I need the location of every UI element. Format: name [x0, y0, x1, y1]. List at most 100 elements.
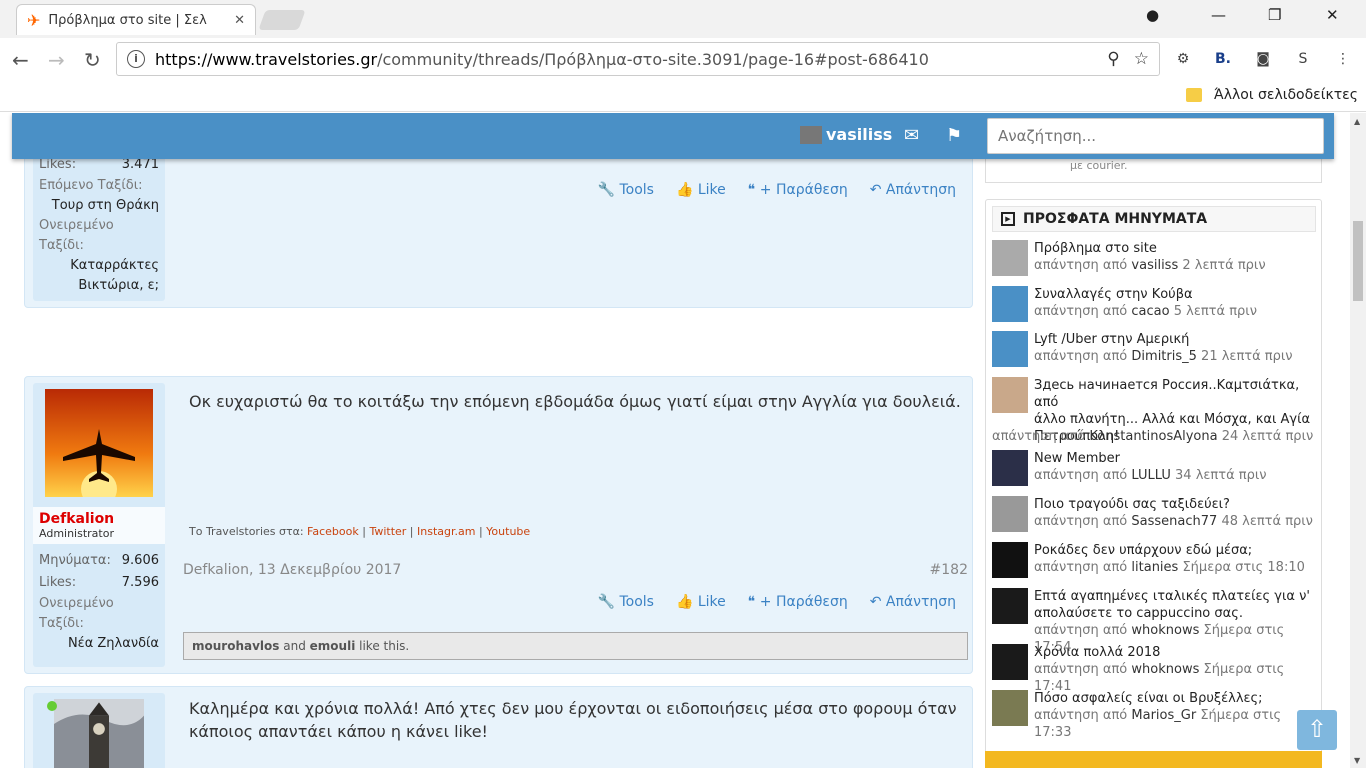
- promo-banner[interactable]: [985, 751, 1322, 768]
- silhouette-thumb: [992, 644, 1028, 680]
- tools-button[interactable]: 🔧 Tools: [598, 182, 654, 198]
- browser-tab[interactable]: ✈ Πρόβλημα στο site | Σελ ✕: [16, 4, 256, 35]
- default-avatar-thumb: [992, 286, 1028, 322]
- browser-toolbar: ← → ↻ i https://www.travelstories.gr /co…: [0, 38, 1366, 82]
- post-number[interactable]: #182: [930, 562, 968, 578]
- close-window-icon[interactable]: ✕: [1326, 6, 1339, 24]
- user-title: Administrator: [39, 527, 114, 540]
- header-username: vasiliss: [826, 125, 893, 144]
- scrollbar-thumb[interactable]: [1353, 221, 1363, 301]
- url-path: /community/threads/Πρόβλημα-στο-site.309…: [377, 49, 929, 69]
- close-tab-icon[interactable]: ✕: [234, 13, 245, 28]
- post-182-user-col: Defkalion Administrator Μηνύματα: 9.606 L…: [33, 383, 165, 667]
- extension-camera-icon[interactable]: ◙: [1252, 48, 1274, 70]
- play-icon: ▶: [1001, 212, 1015, 226]
- profile-icon[interactable]: ●: [1146, 6, 1159, 24]
- reply-button[interactable]: ↶ Απάντηση: [870, 182, 956, 198]
- plane-favicon-icon: ✈: [27, 10, 41, 30]
- couple-thumb: [992, 377, 1028, 413]
- header-avatar: [800, 125, 822, 144]
- recent-posts-title: ▶ ΠΡΟΣΦΑΤΑ ΜΗΝΥΜΑΤΑ: [992, 206, 1316, 232]
- recent-posts-block: ▶ ΠΡΟΣΦΑΤΑ ΜΗΝΥΜΑΤΑ Πρόβλημα στο site απ…: [985, 199, 1322, 759]
- post-date[interactable]: Defkalion, 13 Δεκεμβρίου 2017: [183, 562, 401, 578]
- big-ben-avatar[interactable]: [45, 699, 153, 768]
- bookmark-star-icon[interactable]: ☆: [1134, 49, 1149, 69]
- page-content: vasiliss ✉ ⚑ Likes:3.471 Επόμενο Ταξίδι:…: [0, 113, 1350, 768]
- tab-title: Πρόβλημα στο site | Σελ: [48, 12, 207, 28]
- extension-film-icon[interactable]: ⚙: [1172, 48, 1194, 70]
- field-thumb: [992, 690, 1028, 726]
- liker-1[interactable]: mourohavlos: [192, 639, 279, 653]
- scroll-down-icon[interactable]: ▼: [1354, 756, 1360, 765]
- post-183: Καλημέρα και χρόνια πολλά! Από χτες δεν …: [24, 686, 973, 768]
- dream-trip-label-2: Ταξίδι:: [39, 238, 84, 253]
- dream-trip-label: Ονειρεμένο: [39, 596, 114, 611]
- url-host: https://www.travelstories.gr: [155, 49, 378, 69]
- post-author-name[interactable]: Defkalion: [39, 511, 159, 527]
- online-indicator: [47, 701, 57, 711]
- quote-button[interactable]: ❝ + Παράθεση: [748, 182, 848, 198]
- post-signature: Το Travelstories στα: Facebook | Twitter…: [189, 525, 531, 538]
- browser-titlebar: ✈ Πρόβλημα στο site | Σελ ✕ ● — ❐ ✕: [0, 0, 1366, 38]
- sidebar-promo-snippet: με courier.: [985, 159, 1322, 183]
- instagram-link[interactable]: Instagr.am: [417, 525, 475, 538]
- scroll-top-button[interactable]: ⇧: [1297, 710, 1337, 750]
- dream-trip-value: Νέα Ζηλανδία: [67, 636, 159, 651]
- minimize-icon[interactable]: —: [1211, 6, 1226, 24]
- twitter-link[interactable]: Twitter: [369, 525, 406, 538]
- post-182-actions: 🔧 Tools 👍 Like ❝ + Παράθεση ↶ Απάντηση: [598, 594, 956, 610]
- messages-stat: Μηνύματα: 9.606: [39, 553, 159, 568]
- plane-sunset-avatar[interactable]: [45, 389, 153, 507]
- flag-icon[interactable]: ⚑: [946, 125, 962, 146]
- reply-button[interactable]: ↶ Απάντηση: [870, 594, 956, 610]
- dream-trip-value: Καταρράκτες: [70, 258, 159, 273]
- extension-booking-icon[interactable]: B.: [1212, 48, 1234, 70]
- extension-skype-icon[interactable]: S: [1292, 48, 1314, 70]
- maximize-icon[interactable]: ❐: [1268, 6, 1281, 24]
- new-tab-button[interactable]: [258, 10, 306, 30]
- dream-trip-label: Ονειρεμένο: [39, 218, 114, 233]
- post-181-actions: 🔧 Tools 👍 Like ❝ + Παράθεση ↶ Απάντηση: [598, 182, 956, 198]
- other-bookmarks-label: Άλλοι σελιδοδείκτες: [1214, 87, 1358, 103]
- youtube-link[interactable]: Youtube: [486, 525, 530, 538]
- silhouette-thumb: [992, 588, 1028, 624]
- address-bar[interactable]: i https://www.travelstories.gr /communit…: [116, 42, 1160, 76]
- post-183-message: Καλημέρα και χρόνια πολλά! Από χτες δεν …: [189, 699, 957, 741]
- search-input[interactable]: [987, 118, 1324, 154]
- next-trip-value: Τουρ στη Θράκη: [51, 198, 159, 213]
- reload-icon[interactable]: ↻: [84, 48, 101, 72]
- dream-trip-value-2: Βικτώρια, ε;: [78, 278, 159, 293]
- bookmarks-bar: Άλλοι σελιδοδείκτες: [0, 82, 1366, 112]
- sketch-thumb: [992, 496, 1028, 532]
- likes-stat: Likes: 7.596: [39, 575, 159, 590]
- header-user[interactable]: vasiliss: [800, 125, 892, 144]
- next-trip-label: Επόμενο Ταξίδι:: [39, 178, 143, 193]
- site-header: vasiliss ✉ ⚑: [12, 113, 1334, 159]
- page-scrollbar[interactable]: ▲ ▼: [1350, 113, 1366, 768]
- scroll-up-icon[interactable]: ▲: [1354, 117, 1360, 126]
- folder-icon: [1186, 88, 1202, 102]
- post-meta: Defkalion, 13 Δεκεμβρίου 2017 #182: [183, 562, 968, 578]
- dream-trip-label-2: Ταξίδι:: [39, 616, 84, 631]
- likes-summary: mourohavlos and emouli like this.: [183, 632, 968, 660]
- hammer-thumb: [992, 542, 1028, 578]
- user-name-box: Defkalion Administrator: [33, 507, 165, 544]
- forward-icon[interactable]: →: [48, 48, 65, 72]
- other-bookmarks[interactable]: Άλλοι σελιδοδείκτες: [1186, 87, 1358, 103]
- facebook-link[interactable]: Facebook: [307, 525, 359, 538]
- post-182: Defkalion Administrator Μηνύματα: 9.606 L…: [24, 376, 973, 674]
- liker-2[interactable]: emouli: [310, 639, 356, 653]
- tools-button[interactable]: 🔧 Tools: [598, 594, 654, 610]
- back-icon[interactable]: ←: [12, 48, 29, 72]
- post-message: Οκ ευχαριστώ θα το κοιτάξω την επόμενη ε…: [189, 392, 961, 411]
- default-avatar-thumb: [992, 331, 1028, 367]
- jet-thumb: [992, 240, 1028, 276]
- zoom-icon[interactable]: ⚲: [1107, 49, 1119, 69]
- like-button[interactable]: 👍 Like: [676, 182, 726, 198]
- envelope-icon[interactable]: ✉: [904, 125, 919, 146]
- site-info-icon[interactable]: i: [127, 50, 145, 68]
- like-button[interactable]: 👍 Like: [676, 594, 726, 610]
- menu-icon[interactable]: ⋮: [1332, 48, 1354, 70]
- quote-button[interactable]: ❝ + Παράθεση: [748, 594, 848, 610]
- night-city-thumb: [992, 450, 1028, 486]
